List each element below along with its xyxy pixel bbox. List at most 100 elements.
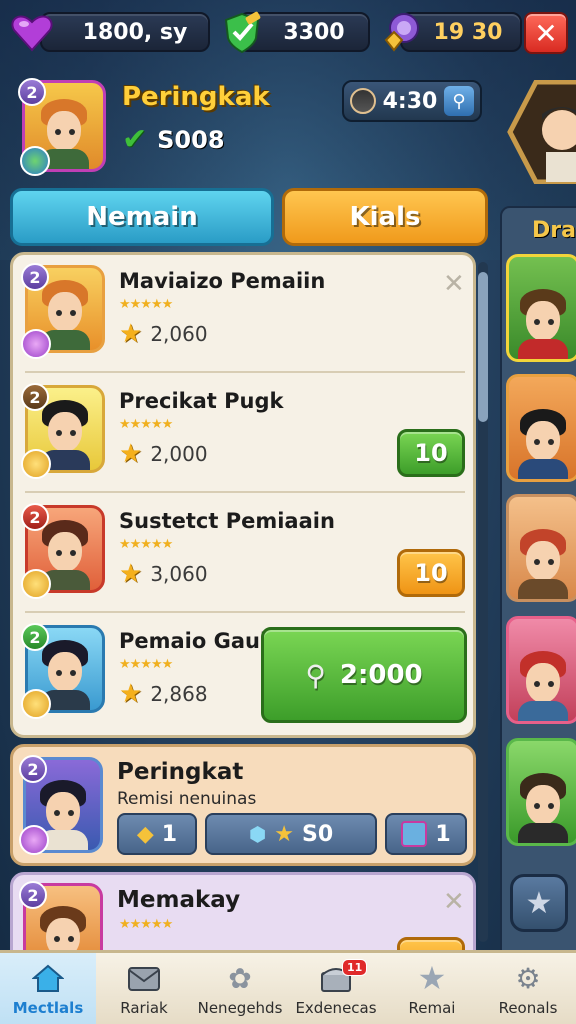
resource-coins-value: 19 30 (433, 19, 503, 45)
coin-icon (21, 569, 51, 599)
player-list: 2 Maviaizo Pemaiin ★★★★★ ★ 2,060 ✕ 2 Prec… (10, 252, 476, 738)
nav-item-remai[interactable]: ★ Remai (384, 953, 480, 1024)
list-item-score: ★ 3,060 (119, 559, 208, 589)
nav-item-nenegehds[interactable]: ✿ Nenegehds (192, 953, 288, 1024)
list-item[interactable]: 2 Pemaio Gauk ★★★★★ ★ 2,868 ⚲ 2:000 (13, 615, 473, 735)
resource-hearts-value: 1800, sy (82, 19, 188, 45)
search-icon: ⚲ (443, 86, 474, 116)
top-bar: 1800, sy 3300 19 30 ✕ (0, 8, 576, 56)
rating-stars: ★★★★★ (119, 297, 173, 312)
nav-label: Mectlals (12, 999, 84, 1017)
list-item[interactable]: 2 Sustetct Pemiaain ★★★★★ ★ 3,060 10 (13, 495, 473, 615)
tab-kials[interactable]: Kials (282, 188, 488, 246)
side-star-button[interactable]: ★ (510, 874, 568, 932)
reward-card[interactable]: 2 Peringkat Remisi nenuinas ◆ 1 ⬢ ★ S0 1 (10, 744, 476, 866)
reward-slot-box[interactable]: 1 (385, 813, 467, 855)
timer-pill[interactable]: 4:30 ⚲ (342, 80, 482, 122)
list-item-name: Sustetct Pemiaain (119, 509, 335, 533)
divider (25, 611, 465, 613)
tab-players-label: Nemain (86, 202, 198, 232)
nav-item-exdenecas[interactable]: 11 Exdenecas (288, 953, 384, 1024)
header-check-value: S008 (157, 125, 225, 154)
side-card-1[interactable] (506, 254, 576, 362)
crystal-icon: ⬢ (248, 822, 267, 846)
list-scrollbar-thumb[interactable] (478, 272, 488, 422)
side-panel-header: Dral (532, 218, 576, 243)
shield-icon (220, 10, 264, 54)
list-item-level: 2 (21, 263, 49, 291)
rating-stars: ★★★★★ (119, 417, 173, 432)
star-icon: ★ (525, 885, 553, 921)
star-icon: ★ (119, 679, 143, 709)
header-check-row: ✔ S008 (122, 122, 225, 157)
side-card-4[interactable] (506, 616, 576, 724)
star-icon: ★ (274, 821, 295, 847)
tab-kials-label: Kials (349, 202, 421, 232)
reward-slot-crystal[interactable]: ⬢ ★ S0 (205, 813, 377, 855)
close-icon: ✕ (534, 16, 558, 50)
nav-label: Reonals (498, 999, 558, 1017)
check-icon: ✔ (122, 122, 148, 157)
star-icon: ★ (417, 959, 447, 997)
player-level-value: 2 (26, 82, 38, 102)
player-level-badge: 2 (18, 78, 46, 106)
reward-slot-gem[interactable]: ◆ 1 (117, 813, 197, 855)
partial-title: Memakay (117, 887, 241, 913)
nav-item-reonals[interactable]: ⚙ Reonals (480, 953, 576, 1024)
gem-icon: ◆ (136, 821, 154, 847)
coin-gem-icon (380, 10, 424, 54)
resource-hearts[interactable]: 1800, sy (40, 12, 210, 52)
close-button[interactable]: ✕ (524, 12, 568, 54)
flower-icon (19, 825, 49, 855)
nav-label: Exdenecas (295, 999, 377, 1017)
coin-icon (21, 689, 51, 719)
side-card-3[interactable] (506, 494, 576, 602)
dismiss-button[interactable]: ✕ (443, 269, 465, 299)
claim-button[interactable]: 10 (397, 549, 465, 597)
side-card-2[interactable] (506, 374, 576, 482)
settings-icon: ⚙ (515, 961, 541, 995)
bottom-nav: Mectlals Rariak ✿ Nenegehds 11 Exdenecas… (0, 950, 576, 1024)
list-item-name: Maviaizo Pemaiin (119, 269, 326, 293)
list-item-level: 2 (21, 383, 49, 411)
mail-icon (126, 961, 162, 995)
list-item-level: 2 (21, 503, 49, 531)
nav-item-mectlals[interactable]: Mectlals (0, 953, 96, 1024)
tab-players[interactable]: Nemain (10, 188, 274, 246)
key-icon: ⚲ (305, 658, 326, 692)
list-item[interactable]: 2 Maviaizo Pemaiin ★★★★★ ★ 2,060 ✕ (13, 255, 473, 375)
mini-avatar-icon (350, 88, 376, 114)
list-scrollbar[interactable] (478, 262, 488, 942)
nav-label: Remai (408, 999, 456, 1017)
list-item[interactable]: 2 Precikat Pugk ★★★★★ ★ 2,000 10 (13, 375, 473, 495)
list-item-name: Precikat Pugk (119, 389, 284, 413)
rating-stars: ★★★★★ (119, 657, 173, 672)
divider (25, 491, 465, 493)
reward-title: Peringkat (117, 759, 244, 785)
globe-icon (20, 146, 50, 176)
list-item-score: ★ 2,868 (119, 679, 208, 709)
coin-icon (21, 449, 51, 479)
rating-stars: ★★★★★ (119, 917, 173, 932)
big-claim-button[interactable]: ⚲ 2:000 (261, 627, 467, 723)
partial-level: 2 (19, 881, 47, 909)
dismiss-button[interactable]: ✕ (443, 887, 465, 917)
gear-icon: ✿ (228, 961, 252, 995)
home-icon (30, 961, 66, 995)
reward-level: 2 (19, 755, 47, 783)
timer-value: 4:30 (382, 88, 438, 114)
nav-item-rariak[interactable]: Rariak (96, 953, 192, 1024)
star-icon: ★ (119, 559, 143, 589)
notification-badge: 11 (342, 959, 368, 976)
list-item-level: 2 (21, 623, 49, 651)
list-item-score: ★ 2,060 (119, 319, 208, 349)
list-item-name: Pemaio Gauk (119, 629, 274, 653)
resource-shield-value: 3300 (283, 19, 345, 45)
claim-button[interactable]: 10 (397, 429, 465, 477)
nav-label: Rariak (120, 999, 168, 1017)
profile-hexagon[interactable] (506, 79, 576, 185)
rating-stars: ★★★★★ (119, 537, 173, 552)
divider (25, 371, 465, 373)
nav-label: Nenegehds (197, 999, 283, 1017)
side-card-5[interactable] (506, 738, 576, 846)
